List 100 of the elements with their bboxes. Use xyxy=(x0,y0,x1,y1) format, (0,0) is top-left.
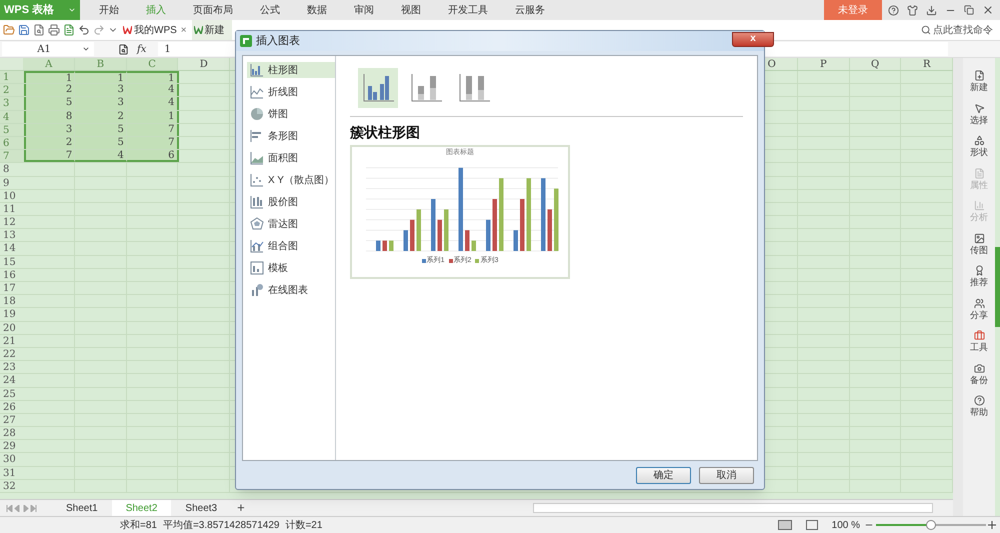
ok-button[interactable]: 确定 xyxy=(636,466,691,484)
chart-type-item[interactable]: 组合图 xyxy=(247,238,335,254)
new-file-icon xyxy=(974,70,984,81)
briefcase-icon xyxy=(974,330,984,341)
restore-icon[interactable] xyxy=(964,5,974,15)
sheet-tab[interactable]: Sheet3 xyxy=(171,500,232,516)
chart-type-item[interactable]: 面积图 xyxy=(247,150,335,166)
column-header[interactable]: P xyxy=(798,58,850,70)
chart-type-item[interactable]: 股价图 xyxy=(247,194,335,210)
row-header[interactable]: 27 xyxy=(0,414,24,426)
ribbon-tab[interactable]: 审阅 xyxy=(347,2,381,18)
close-icon[interactable] xyxy=(982,4,994,16)
row-header[interactable]: 23 xyxy=(0,361,24,374)
side-panel-button[interactable]: 传图 xyxy=(970,232,988,257)
side-panel-button[interactable]: 选择 xyxy=(970,102,988,127)
side-panel-button[interactable]: 备份 xyxy=(970,362,988,387)
close-button[interactable]: x xyxy=(732,32,774,46)
chart-type-item[interactable]: 模板 xyxy=(247,260,335,276)
side-panel-button[interactable]: 帮助 xyxy=(970,395,988,420)
row-header[interactable]: 20 xyxy=(0,322,24,334)
normal-view-icon[interactable] xyxy=(778,520,792,530)
ribbon-tab[interactable]: 页面布局 xyxy=(186,2,240,18)
horizontal-scrollbar[interactable] xyxy=(533,503,933,513)
document-tab[interactable]: 新建 xyxy=(192,20,232,40)
document-tab[interactable]: 我的WPS × xyxy=(121,20,189,40)
side-panel-button[interactable]: 新建 xyxy=(970,70,988,94)
help-icon xyxy=(974,395,984,406)
column-header[interactable]: D xyxy=(178,58,230,70)
chart-type-item[interactable]: 折线图 xyxy=(247,84,335,100)
name-box[interactable]: A1 xyxy=(2,42,94,56)
row-header[interactable]: 24 xyxy=(0,374,24,386)
command-search-field[interactable]: 点此查找命令 xyxy=(921,22,997,38)
side-panel-button[interactable]: 工具 xyxy=(970,330,988,354)
ribbon-tab[interactable]: 数据 xyxy=(300,2,334,18)
row-header[interactable]: 15 xyxy=(0,256,24,268)
chart-type-item[interactable]: 饼图 xyxy=(247,106,335,122)
row-header[interactable]: 16 xyxy=(0,268,24,281)
help-icon[interactable] xyxy=(888,4,899,16)
preview-icon[interactable] xyxy=(63,24,75,36)
page-view-icon[interactable] xyxy=(806,520,818,530)
ribbon-tab[interactable]: 开发工具 xyxy=(441,2,495,18)
chart-type-item[interactable]: 柱形图 xyxy=(247,62,335,78)
ribbon-tab[interactable]: 云服务 xyxy=(508,2,552,18)
chart-type-item[interactable]: 条形图 xyxy=(247,128,335,144)
side-panel-button[interactable]: 形状 xyxy=(970,135,988,160)
row-header[interactable]: 28 xyxy=(0,427,24,440)
cancel-button[interactable]: 取消 xyxy=(699,466,754,484)
row-header[interactable]: 10 xyxy=(0,190,24,202)
row-header[interactable]: 30 xyxy=(0,453,24,466)
row-header[interactable]: 8 xyxy=(0,163,24,176)
row-header[interactable]: 22 xyxy=(0,348,24,360)
row-header[interactable]: 11 xyxy=(0,202,24,216)
function-label[interactable]: fx xyxy=(137,42,146,56)
undo-icon[interactable] xyxy=(78,24,90,36)
chart-type-item[interactable]: 雷达图 xyxy=(247,216,335,232)
zoom-in-icon[interactable] xyxy=(988,521,996,529)
ribbon-tab[interactable]: 开始 xyxy=(92,2,126,18)
row-header[interactable]: 14 xyxy=(0,242,24,255)
row-header[interactable]: 21 xyxy=(0,334,24,347)
row-header[interactable]: 32 xyxy=(0,480,24,492)
chart-type-icon xyxy=(250,85,264,99)
table-cell-text: 8 xyxy=(64,110,74,122)
row-header[interactable]: 9 xyxy=(0,176,24,189)
row-header[interactable]: 17 xyxy=(0,282,24,294)
table-cell-text: 2 xyxy=(116,110,125,122)
chart-bar xyxy=(376,240,380,251)
vertical-scrollbar[interactable] xyxy=(953,58,963,516)
print-icon[interactable] xyxy=(48,24,60,36)
row-header[interactable]: 26 xyxy=(0,400,24,413)
row-header[interactable]: 19 xyxy=(0,308,24,321)
column-header[interactable]: Q xyxy=(850,58,902,70)
side-panel-button[interactable]: 分享 xyxy=(970,298,988,322)
chart-bar xyxy=(492,199,497,251)
row-header[interactable]: 31 xyxy=(0,466,24,479)
ribbon-tab[interactable]: 公式 xyxy=(253,2,287,18)
row-header[interactable]: 25 xyxy=(0,388,24,400)
save-icon[interactable] xyxy=(18,24,30,36)
open-folder-icon[interactable] xyxy=(3,24,15,36)
app-menu-button[interactable]: WPS 表格 xyxy=(0,0,80,20)
sheet-tab[interactable]: Sheet1 xyxy=(52,500,112,516)
status-zoom: 100 % xyxy=(832,518,860,532)
ribbon-tab[interactable]: 视图 xyxy=(394,2,428,18)
download-icon[interactable] xyxy=(926,4,937,16)
chart-type-item[interactable]: 在线图表 xyxy=(247,282,335,298)
chart-icon xyxy=(974,200,984,211)
panel-toggle[interactable] xyxy=(995,247,1000,327)
row-header[interactable]: 29 xyxy=(0,440,24,452)
add-sheet-button[interactable]: + xyxy=(231,498,251,518)
sheet-tab[interactable]: Sheet2 xyxy=(112,500,172,516)
close-tab-icon[interactable]: × xyxy=(180,22,187,38)
chart-type-item[interactable]: X Y（散点图） xyxy=(247,172,335,188)
shirt-icon[interactable] xyxy=(907,4,918,16)
row-header[interactable]: 12 xyxy=(0,216,24,228)
chart-subtype-option[interactable] xyxy=(358,68,398,108)
caret-icon xyxy=(82,45,90,53)
document-icon[interactable] xyxy=(33,24,45,36)
side-panel-button[interactable]: 推荐 xyxy=(970,265,988,290)
row-header[interactable]: 13 xyxy=(0,229,24,242)
row-header[interactable]: 18 xyxy=(0,295,24,308)
zoom-icon[interactable] xyxy=(118,44,129,54)
